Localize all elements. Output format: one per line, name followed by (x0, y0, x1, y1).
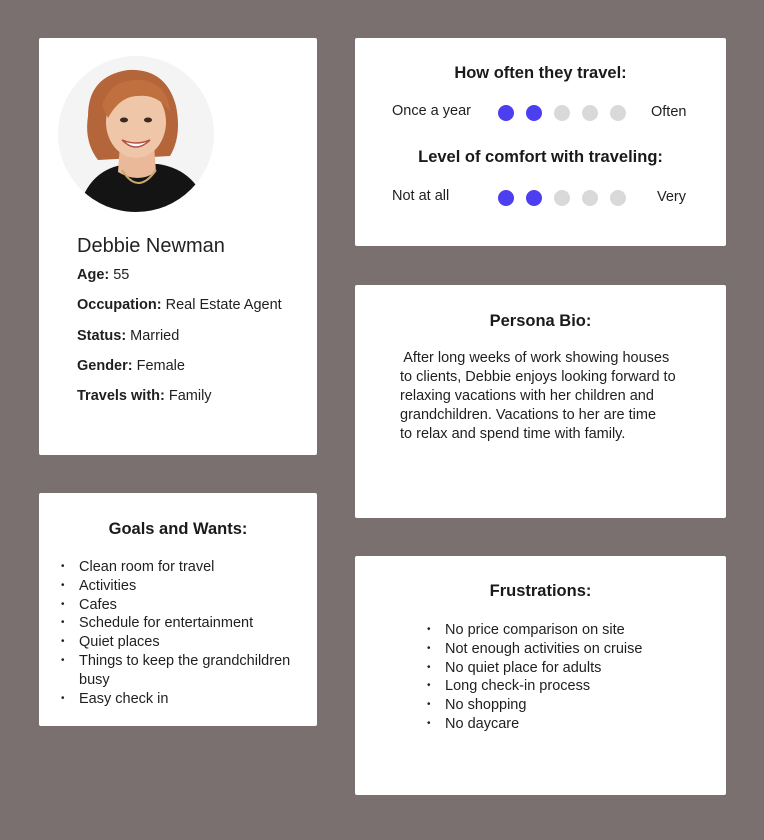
rating-dot-empty (582, 190, 598, 206)
list-item: • No shopping (427, 696, 717, 715)
comfort-left-label: Not at all (392, 188, 450, 204)
bio-line: to relax and spend time with family. (400, 426, 626, 442)
rating-dot-empty (554, 190, 570, 206)
bio-line: After long weeks of work showing houses (400, 350, 670, 366)
field-label: Age: (77, 267, 110, 283)
list-item-text: No price comparison on site (445, 622, 625, 638)
field-travels-with: Travels with: Family (77, 388, 282, 406)
bullet-icon: • (427, 680, 431, 692)
bullet-icon: • (61, 598, 65, 610)
bio-title: Persona Bio: (489, 312, 592, 330)
persona-name: Debbie Newman (77, 235, 225, 257)
avatar (58, 56, 214, 212)
list-item-text: Quiet places (79, 634, 160, 651)
list-item: • Not enough activities on cruise (427, 640, 717, 659)
rating-dot-empty (610, 190, 626, 206)
rating-dot-filled (526, 105, 542, 121)
rating-dot-empty (582, 105, 598, 121)
comfort-title: Level of comfort with traveling: (418, 148, 663, 166)
list-item: • Schedule for entertainment (61, 614, 311, 633)
bullet-icon: • (427, 717, 431, 729)
frustrations-card: Frustrations: • No price comparison on si… (355, 556, 726, 795)
list-item-text: Schedule for entertainment (79, 615, 254, 632)
frequency-scale: Once a year Often (355, 101, 726, 123)
bio-line: relaxing vacations with her children and (400, 388, 654, 404)
field-value: Family (168, 388, 212, 405)
bio-text: After long weeks of work showing houses … (400, 349, 710, 444)
bullet-icon: • (61, 579, 65, 591)
list-item-text: Cafes (79, 596, 117, 613)
field-label: Occupation: (77, 297, 162, 314)
goals-title: Goals and Wants: (108, 520, 248, 538)
list-item: • Long check-in process (427, 677, 717, 696)
rating-dot-filled (498, 190, 514, 206)
field-label: Status: (77, 327, 127, 344)
list-item-text: Clean room for travel (79, 559, 215, 575)
field-gender: Gender: Female (77, 358, 282, 376)
frequency-right-label: Often (651, 104, 687, 120)
bullet-icon: • (61, 636, 65, 648)
field-value: Female (136, 357, 185, 374)
bio-line: grandchildren. Vacations to her are time (400, 407, 657, 423)
bullet-icon: • (427, 642, 431, 654)
rating-dot-filled (498, 105, 514, 121)
list-item: • Quiet places (61, 633, 311, 652)
goals-card: Goals and Wants: • Clean room for travel … (39, 493, 317, 726)
field-value: 55 (113, 267, 130, 283)
profile-card: Debbie Newman Age: 55 Occupation: Real Est… (39, 38, 317, 455)
bullet-icon: • (427, 661, 431, 673)
goals-list: • Clean room for travel • Activities • Cafe… (61, 558, 311, 708)
list-item: • Easy check in (61, 690, 311, 709)
list-item: • No daycare (427, 715, 717, 734)
list-item: • No quiet place for adults (427, 659, 717, 678)
persona-bio-card: Persona Bio: After long weeks of work sh… (355, 285, 726, 518)
list-item-text: No shopping (445, 697, 527, 714)
bullet-icon: • (427, 699, 431, 711)
field-value: Married (130, 327, 180, 344)
portrait-photo (58, 56, 214, 212)
field-label: Travels with: (77, 388, 165, 405)
list-item: • Clean room for travel (61, 558, 311, 577)
list-item: • Activities (61, 577, 311, 596)
comfort-right-label: Very (657, 189, 687, 205)
list-item-text: Easy check in (79, 690, 169, 707)
list-item: • Things to keep the grandchildren busy (61, 652, 311, 690)
list-item: • Cafes (61, 596, 311, 615)
profile-fields: Age: 55 Occupation: Real Estate Agent Stat… (77, 267, 282, 418)
list-item-text: No quiet place for adults (445, 659, 602, 676)
frequency-dots (498, 105, 638, 121)
list-item: • No price comparison on site (427, 621, 717, 640)
list-item-text: Things to keep the grandchildren busy (79, 652, 291, 688)
bullet-icon: • (61, 692, 65, 704)
travel-scales-card: How often they travel: Once a year Often… (355, 38, 726, 246)
field-occupation: Occupation: Real Estate Agent (77, 297, 282, 315)
list-item-text: Activities (79, 577, 137, 594)
frequency-title: How often they travel: (454, 64, 627, 82)
bullet-icon: • (61, 617, 65, 629)
list-item-text: Not enough activities on cruise (445, 640, 643, 657)
frequency-left-label: Once a year (392, 103, 471, 119)
bullet-icon: • (427, 624, 431, 635)
bullet-icon: • (61, 561, 65, 572)
rating-dot-empty (554, 105, 570, 121)
rating-dot-filled (526, 190, 542, 206)
rating-dot-empty (610, 105, 626, 121)
comfort-scale: Not at all Very (355, 186, 726, 208)
bio-line: to clients, Debbie enjoys looking forwar… (400, 369, 676, 385)
frustrations-title: Frustrations: (489, 582, 592, 600)
comfort-dots (498, 190, 638, 206)
list-item-text: No daycare (445, 715, 520, 732)
bullet-icon: • (61, 654, 65, 666)
frustrations-list: • No price comparison on site • Not enough… (427, 621, 717, 734)
field-status: Status: Married (77, 328, 282, 346)
field-value: Real Estate Agent (165, 297, 282, 314)
list-item-text: Long check-in process (445, 678, 591, 695)
field-label: Gender: (77, 357, 133, 374)
field-age: Age: 55 (77, 267, 282, 285)
